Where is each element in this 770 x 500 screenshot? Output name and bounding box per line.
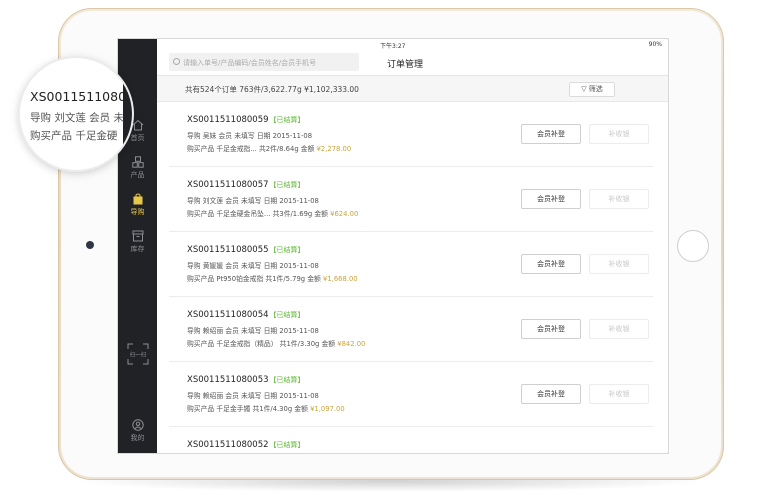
order-products-text: 购买产品 千足金手镯 共1件/4.30g 金额	[187, 405, 308, 413]
order-number: XS0011511080059【已结算】	[187, 115, 305, 125]
battery-level: 90%	[648, 41, 662, 48]
order-products: 购买产品 千足金戒指... 共2件/8.64g 金额 ¥2,278.00	[187, 143, 351, 153]
order-status-badge: 【已结算】	[269, 246, 305, 254]
order-amount: ¥2,278.00	[316, 145, 352, 153]
sidebar-item-mine[interactable]: 我的	[118, 419, 157, 443]
scan-label: 扫一扫	[129, 351, 146, 359]
order-meta: 导购 赖绍丽 会员 未填写 日期 2015-11-08	[187, 327, 319, 335]
order-products-text: 购买产品 Pt950铂金戒指 共1件/5.79g 金额	[187, 275, 321, 283]
order-meta: 导购 吴妹 会员 未填写 日期 2015-11-08	[187, 132, 313, 140]
member-supplement-button[interactable]: 会员补登	[521, 189, 581, 209]
member-supplement-button[interactable]: 会员补登	[521, 384, 581, 404]
sidebar-item-label: 首页	[130, 134, 145, 142]
app-screen: iPod 下午3:27 90% 首页 产品 导购 库存 扫一扫 我的	[117, 38, 669, 454]
order-amount: ¥1,097.00	[310, 405, 345, 413]
supplement-cashier-button[interactable]: 补收银	[589, 254, 649, 274]
order-products: 购买产品 千足金戒指（精品） 共1件/3.30g 金额 ¥842.00	[187, 338, 365, 348]
filter-button[interactable]: ▽ 筛选	[569, 82, 615, 97]
order-number: XS0011511080052【已结算】	[187, 440, 305, 450]
order-number-text: XS0011511080052	[187, 440, 269, 450]
order-row[interactable]: XS0011511080055【已结算】 导购 黄媛媛 会员 未填写 日期 20…	[169, 232, 653, 297]
sidebar-item-inventory[interactable]: 库存	[118, 230, 157, 254]
order-amount: ¥624.00	[330, 210, 359, 218]
scan-icon: 扫一扫	[127, 343, 148, 365]
clock: 下午3:27	[380, 43, 406, 50]
status-bar: iPod 下午3:27 90%	[118, 39, 668, 50]
shopping-bag-icon	[133, 193, 142, 205]
supplement-cashier-button[interactable]: 补收银	[589, 124, 649, 144]
sidebar-item-guide[interactable]: 导购	[118, 193, 157, 217]
order-meta: 导购 黄媛媛 会员 未填写 日期 2015-11-08	[187, 262, 319, 270]
search-placeholder: 请输入单号/产品编码/会员姓名/会员手机号	[183, 59, 317, 67]
home-icon	[132, 119, 143, 131]
member-supplement-button[interactable]: 会员补登	[521, 254, 581, 274]
order-summary-text: 共有524个订单 763件/3,622.77g ¥1,102,333.00	[185, 85, 359, 94]
order-number-text: XS0011511080054	[187, 310, 269, 320]
supplement-cashier-button[interactable]: 补收银	[589, 319, 649, 339]
sidebar-item-label: 库存	[130, 245, 145, 253]
order-products-text: 购买产品 千足金硬金吊坠... 共3件/1.69g 金额	[187, 210, 328, 218]
member-supplement-button[interactable]: 会员补登	[521, 319, 581, 339]
order-row[interactable]: XS0011511080054【已结算】 导购 赖绍丽 会员 未填写 日期 20…	[169, 297, 653, 362]
order-number-text: XS0011511080055	[187, 245, 269, 255]
order-row[interactable]: XS0011511080059【已结算】 导购 吴妹 会员 未填写 日期 201…	[169, 102, 653, 167]
search-icon	[173, 58, 180, 65]
page-title: 订单管理	[387, 60, 424, 70]
magnified-order-products: 购买产品 千足金硬	[30, 130, 118, 142]
order-number: XS0011511080053【已结算】	[187, 375, 305, 385]
search-input[interactable]: 请输入单号/产品编码/会员姓名/会员手机号	[169, 53, 359, 71]
order-status-badge: 【已结算】	[269, 376, 305, 384]
product-grid-icon	[131, 156, 144, 168]
supplement-cashier-button[interactable]: 补收银	[589, 384, 649, 404]
order-row[interactable]: XS0011511080057【已结算】 导购 刘文莲 会员 未填写 日期 20…	[169, 167, 653, 232]
filter-label: 筛选	[588, 85, 603, 93]
order-number: XS0011511080054【已结算】	[187, 310, 305, 320]
order-amount: ¥1,668.00	[323, 275, 358, 283]
order-status-badge: 【已结算】	[269, 441, 305, 449]
order-summary-bar: 共有524个订单 763件/3,622.77g ¥1,102,333.00 ▽ …	[157, 76, 668, 102]
magnifier-callout: XS00115110805 导购 刘文莲 会员 未 购买产品 千足金硬	[20, 58, 132, 170]
order-number: XS0011511080055【已结算】	[187, 245, 305, 255]
order-products-text: 购买产品 千足金戒指（精品） 共1件/3.30g 金额	[187, 340, 336, 348]
order-products-text: 购买产品 千足金戒指... 共2件/8.64g 金额	[187, 145, 315, 153]
member-supplement-button[interactable]: 会员补登	[521, 124, 581, 144]
magnified-order-number: XS00115110805	[30, 89, 132, 104]
order-number-text: XS0011511080057	[187, 180, 269, 190]
order-status-badge: 【已结算】	[269, 116, 305, 124]
inventory-icon	[132, 230, 143, 242]
order-products: 购买产品 Pt950铂金戒指 共1件/5.79g 金额 ¥1,668.00	[187, 273, 358, 283]
front-camera	[86, 241, 94, 249]
sidebar-item-label: 导购	[130, 208, 145, 216]
order-status-badge: 【已结算】	[269, 311, 305, 319]
order-number-text: XS0011511080059	[187, 115, 269, 125]
magnifier-sidebar-edge	[123, 58, 132, 170]
order-row[interactable]: XS0011511080053【已结算】 导购 赖绍丽 会员 未填写 日期 20…	[169, 362, 653, 427]
order-products: 购买产品 千足金硬金吊坠... 共3件/1.69g 金额 ¥624.00	[187, 208, 358, 218]
home-button[interactable]	[677, 230, 709, 262]
order-row[interactable]: XS0011511080052【已结算】	[169, 427, 653, 453]
user-icon	[131, 419, 144, 431]
order-meta: 导购 刘文莲 会员 未填写 日期 2015-11-08	[187, 197, 319, 205]
magnified-order-meta: 导购 刘文莲 会员 未	[30, 112, 125, 124]
filter-icon: ▽	[581, 85, 589, 93]
order-number: XS0011511080057【已结算】	[187, 180, 305, 190]
order-meta: 导购 赖绍丽 会员 未填写 日期 2015-11-08	[187, 392, 319, 400]
sidebar-item-scan[interactable]: 扫一扫	[118, 343, 157, 365]
top-bar: 请输入单号/产品编码/会员姓名/会员手机号 订单管理	[157, 50, 668, 76]
order-status-badge: 【已结算】	[269, 181, 305, 189]
sidebar-item-label: 我的	[130, 434, 145, 442]
order-amount: ¥842.00	[337, 340, 366, 348]
supplement-cashier-button[interactable]: 补收银	[589, 189, 649, 209]
order-products: 购买产品 千足金手镯 共1件/4.30g 金额 ¥1,097.00	[187, 403, 345, 413]
sidebar-item-label: 产品	[130, 171, 145, 179]
order-number-text: XS0011511080053	[187, 375, 269, 385]
